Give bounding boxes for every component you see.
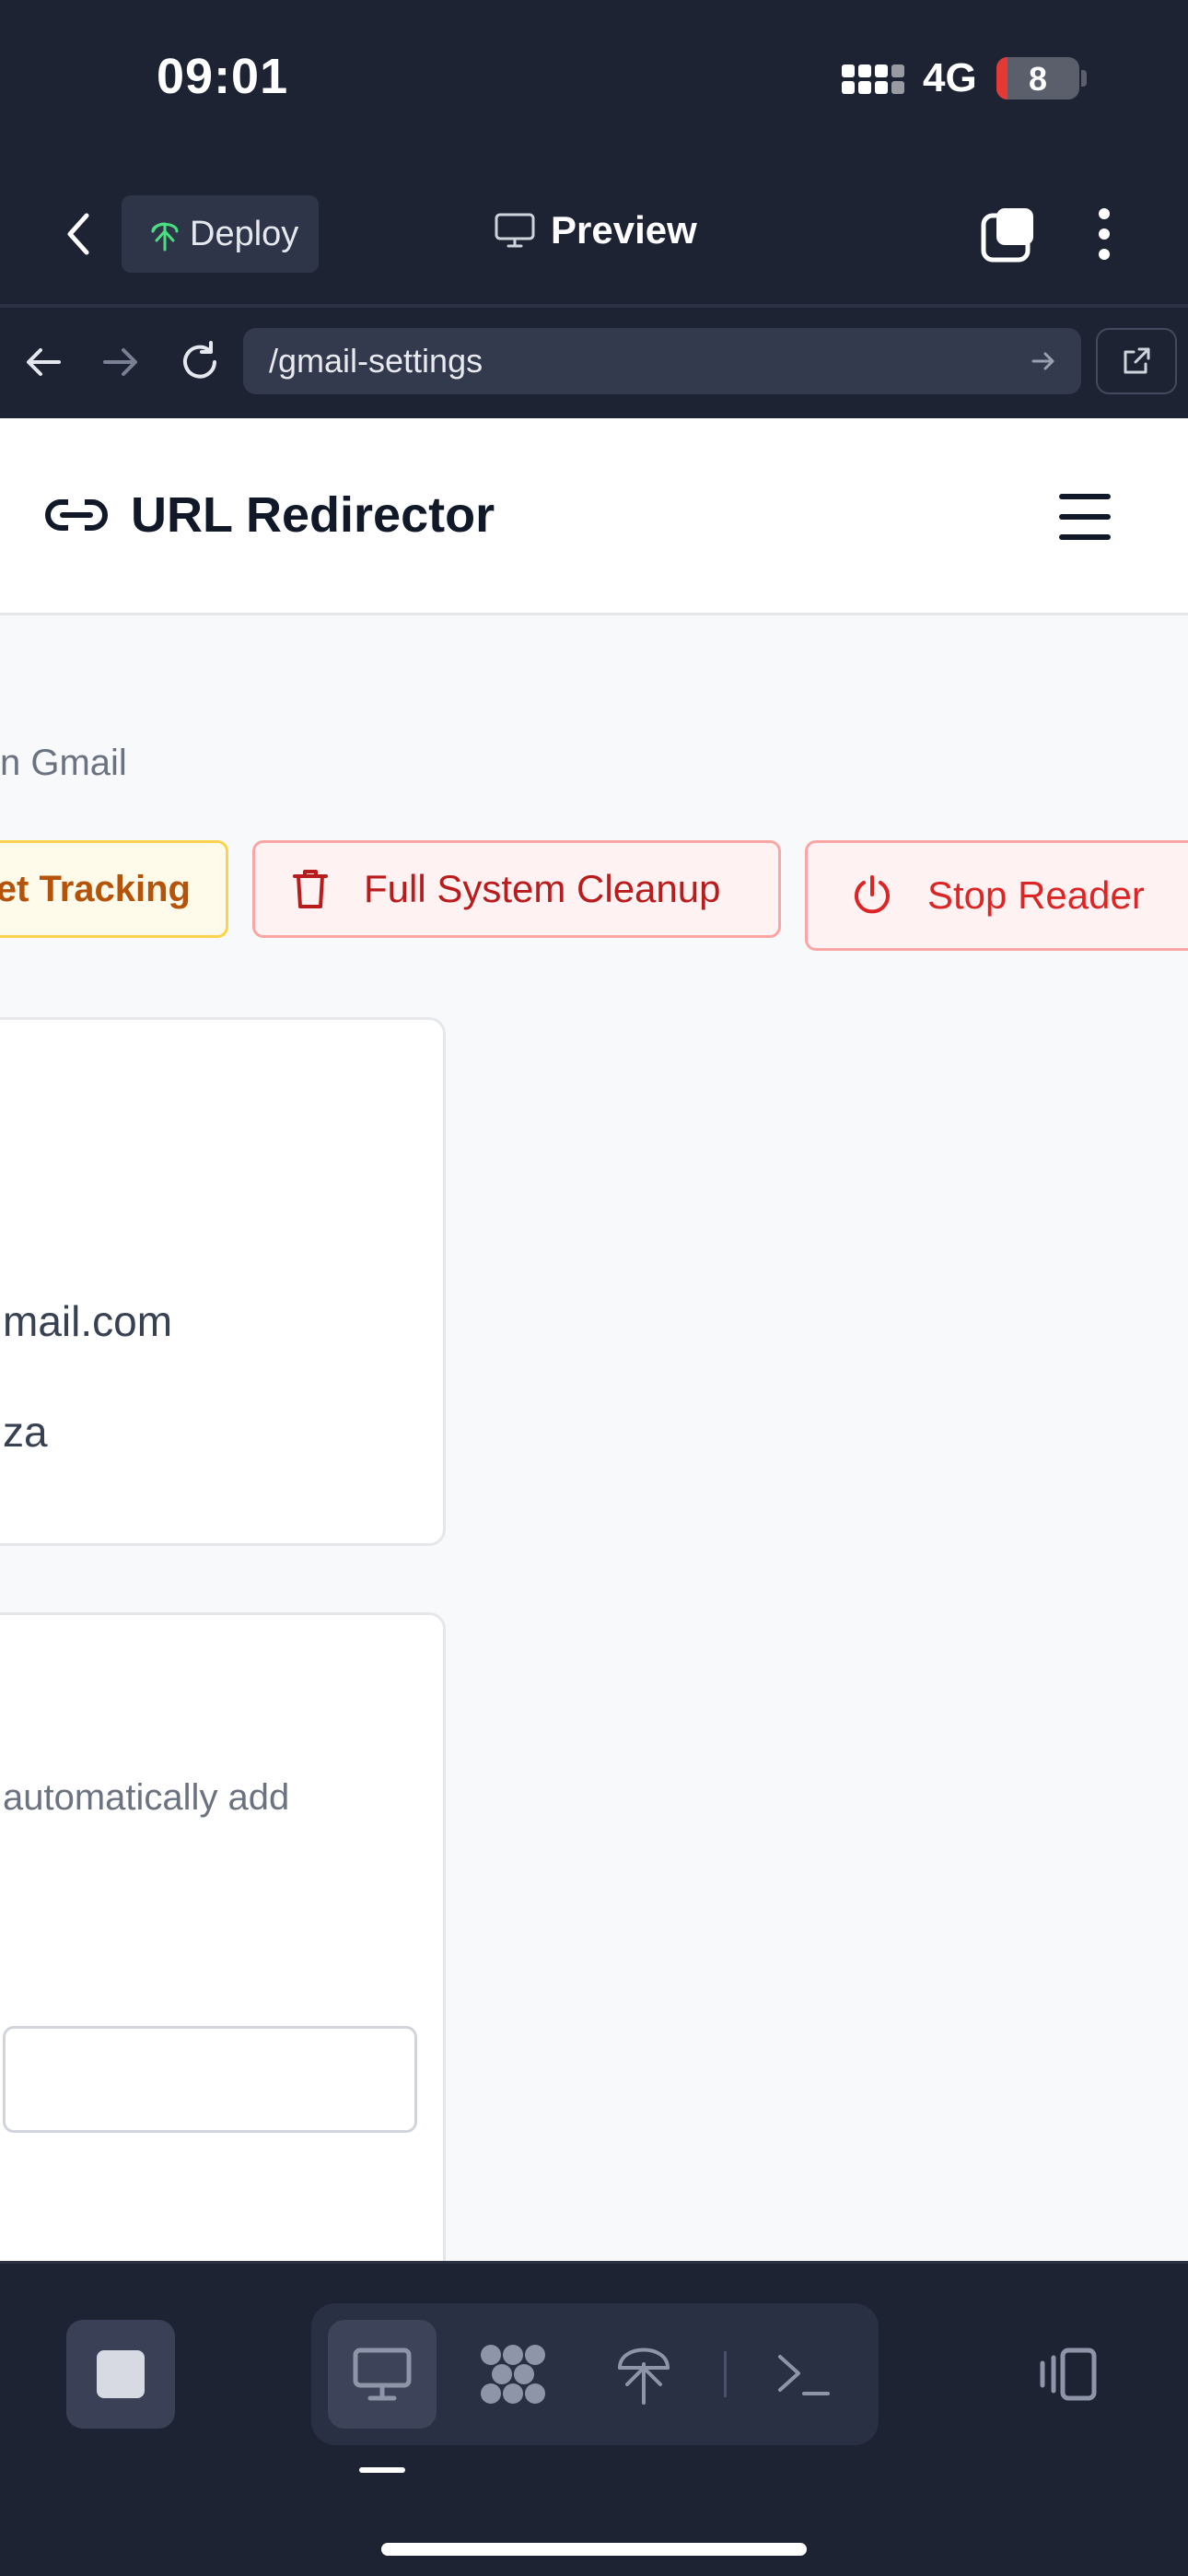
- battery-level: 8: [1028, 60, 1048, 98]
- page-subtitle: n Gmail: [0, 743, 127, 783]
- deploy-tree-icon: [149, 217, 181, 252]
- full-cleanup-label: Full System Cleanup: [364, 867, 721, 910]
- layout-toggle-button[interactable]: [1031, 2340, 1105, 2408]
- trash-icon: [292, 868, 329, 910]
- back-arrow-icon[interactable]: [22, 341, 64, 383]
- url-text: /gmail-settings: [269, 342, 483, 380]
- brand[interactable]: URL Redirector: [44, 486, 495, 544]
- toolbar-divider: [0, 304, 1188, 308]
- home-indicator: [381, 2543, 807, 2556]
- deploy-icon: [616, 2342, 671, 2406]
- tabs-icon[interactable]: [980, 206, 1037, 263]
- terminal-button[interactable]: [750, 2320, 858, 2429]
- stop-reader-label: Stop Reader: [927, 873, 1145, 917]
- active-view-indicator: [359, 2467, 405, 2473]
- url-bar[interactable]: /gmail-settings: [243, 328, 1081, 394]
- go-arrow-icon[interactable]: [1030, 347, 1057, 375]
- stop-reader-button[interactable]: Stop Reader: [805, 840, 1188, 951]
- battery-tip: [1081, 70, 1087, 87]
- reload-icon[interactable]: [177, 339, 223, 385]
- settings-description: automatically add: [3, 1777, 290, 1818]
- preview-title[interactable]: Preview: [494, 208, 697, 252]
- desktop-view-button[interactable]: [328, 2320, 437, 2429]
- layout-toggle-icon: [1035, 2345, 1101, 2404]
- preview-label: Preview: [551, 208, 697, 252]
- switcher-divider: [724, 2351, 727, 2397]
- account-name: za: [3, 1408, 48, 1456]
- view-switcher: [311, 2303, 879, 2445]
- deploy-label: Deploy: [190, 214, 299, 253]
- menu-icon[interactable]: [1059, 494, 1120, 540]
- reset-tracking-button[interactable]: et Tracking: [0, 840, 228, 938]
- web-page: URL Redirector n Gmail et Tracking Full …: [0, 418, 1188, 2261]
- reset-tracking-label: et Tracking: [0, 868, 191, 909]
- deploy-button[interactable]: Deploy: [122, 195, 319, 273]
- desktop-icon: [352, 2347, 413, 2402]
- more-vertical-icon[interactable]: [1090, 205, 1118, 263]
- monitor-icon: [494, 212, 536, 249]
- settings-input[interactable]: [3, 2026, 417, 2133]
- power-icon: [852, 874, 892, 917]
- terminal-icon: [775, 2349, 833, 2399]
- account-email: mail.com: [3, 1297, 173, 1345]
- site-header: URL Redirector: [0, 418, 1188, 615]
- forward-arrow-icon[interactable]: [99, 341, 142, 383]
- back-chevron-icon[interactable]: [57, 208, 101, 260]
- open-external-button[interactable]: [1096, 328, 1177, 394]
- settings-card: automatically add: [0, 1612, 446, 2261]
- full-cleanup-button[interactable]: Full System Cleanup: [252, 840, 781, 938]
- deploy-view-button[interactable]: [589, 2320, 698, 2429]
- stop-icon: [97, 2350, 145, 2398]
- stop-button[interactable]: [66, 2320, 175, 2429]
- status-time: 09:01: [157, 49, 289, 104]
- external-link-icon: [1120, 345, 1153, 378]
- battery-icon: 8: [996, 57, 1079, 100]
- account-card: mail.com za: [0, 1017, 446, 1546]
- network-type: 4G: [923, 55, 977, 100]
- extensions-button[interactable]: [459, 2320, 567, 2429]
- brand-title: URL Redirector: [131, 487, 495, 543]
- extensions-icon: [478, 2342, 548, 2406]
- signal-icon: [842, 61, 904, 101]
- link-icon: [44, 492, 109, 538]
